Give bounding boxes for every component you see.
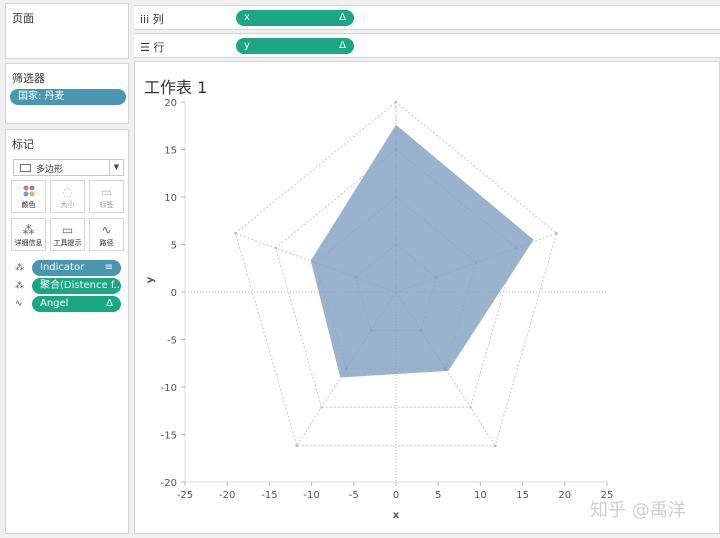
columns-icon: iii — [140, 13, 150, 26]
size-icon: ◌ — [62, 185, 73, 199]
x-tick-label: -5 — [349, 490, 359, 501]
x-tick-label: -10 — [303, 490, 319, 501]
x-axis-label: x — [393, 510, 400, 521]
rows-shelf: ☰ 行 y Δ — [134, 33, 720, 58]
tooltip-button[interactable]: ▭ 工具提示 — [50, 218, 85, 251]
columns-shelf-label: iii 列 — [140, 13, 164, 26]
field-pill-distance[interactable]: 聚合(Distence f... — [32, 278, 121, 294]
rows-shelf-label: ☰ 行 — [140, 41, 165, 54]
table-calc-icon: Δ — [339, 12, 346, 23]
tooltip-button-label: 工具提示 — [53, 239, 82, 247]
x-tick-label: 15 — [516, 490, 529, 501]
y-tick-label: 10 — [164, 193, 177, 204]
y-tick-label: 15 — [164, 146, 177, 157]
detail-icon: ⁂ — [22, 223, 35, 237]
watermark: 知乎 @禹洋 — [590, 500, 686, 521]
marks-panel: 标记 多边形 ▼ 颜色 ◌ 大小 ▭ 标签 ⁂ 详细信息 ▭ 工具提示 ∿ 路径… — [5, 129, 129, 534]
color-dots-icon — [12, 184, 45, 200]
color-button[interactable]: 颜色 — [11, 180, 46, 213]
size-button-label: 大小 — [60, 201, 75, 209]
field-pill-angel-label: Angel — [40, 298, 69, 309]
x-tick-label: -15 — [261, 490, 277, 501]
filter-pill-country[interactable]: 国家: 丹麦 — [10, 89, 126, 105]
chevron-down-icon[interactable]: ▼ — [109, 160, 123, 175]
table-calc-icon: Δ — [106, 298, 113, 309]
path-button[interactable]: ∿ 路径 — [89, 218, 124, 251]
rows-pill-label: y — [244, 40, 250, 51]
table-calc-icon: Δ — [339, 40, 346, 51]
marks-panel-title: 标记 — [12, 138, 34, 151]
rows-icon: ☰ — [140, 41, 150, 54]
detail-button-label: 详细信息 — [14, 239, 43, 247]
radar-chart[interactable]: 20151050-5-10-15-20-25 -20 -15 -10 -5 0 5 10 15 2… — [135, 62, 719, 533]
columns-pill-x[interactable]: x Δ — [236, 10, 354, 26]
worksheet-view: 工作表 1 20 15 10 5 0 -5 -10 -15 -20 -25 -20 -15 -10 -5 0… — [134, 61, 720, 534]
x-tick-label: 0 — [393, 490, 399, 501]
label-icon: ▭ — [100, 185, 113, 199]
filters-panel: 筛选器 国家: 丹麦 — [5, 63, 129, 124]
pages-panel: 页面 — [5, 3, 129, 59]
x-tick-label: 5 — [435, 490, 441, 501]
field-pill-indicator[interactable]: Indicator ≡ — [32, 260, 121, 276]
columns-pill-label: x — [244, 12, 250, 23]
x-tick-label: 20 — [558, 490, 571, 501]
data-polygon — [310, 124, 534, 378]
detail-field-icon: ⁂ — [15, 263, 24, 273]
x-tick-label: 10 — [474, 490, 487, 501]
pages-panel-title: 页面 — [12, 12, 34, 25]
path-button-label: 路径 — [99, 239, 114, 247]
columns-shelf: iii 列 x Δ — [134, 5, 720, 30]
sort-icon: ≡ — [104, 262, 113, 273]
polygon-mark-icon — [20, 164, 31, 172]
color-button-label: 颜色 — [21, 201, 36, 209]
mark-type-label: 多边形 — [36, 165, 64, 175]
path-icon: ∿ — [101, 223, 112, 237]
grid-vertex-dot — [234, 231, 237, 235]
path-field-icon: ∿ — [15, 299, 23, 309]
tooltip-icon: ▭ — [61, 223, 74, 237]
x-tick-label: -25 — [177, 490, 193, 501]
y-tick-label: 0 — [171, 288, 177, 299]
x-tick-label: -20 — [219, 490, 235, 501]
y-tick-label: 5 — [171, 241, 177, 252]
filters-panel-title: 筛选器 — [12, 72, 45, 85]
y-tick-label: -15 — [161, 431, 177, 442]
field-pill-indicator-label: Indicator — [40, 262, 85, 273]
y-tick-label: -10 — [161, 383, 177, 394]
field-pill-angel[interactable]: Angel Δ — [32, 296, 121, 312]
y-tick-label: -5 — [167, 336, 177, 347]
y-axis-label: y — [145, 276, 156, 283]
y-tick-label: -20 — [161, 478, 177, 489]
y-tick-label: 20 — [164, 98, 177, 109]
rows-pill-y[interactable]: y Δ — [236, 38, 354, 54]
label-button-label: 标签 — [99, 201, 114, 209]
size-button[interactable]: ◌ 大小 — [50, 180, 85, 213]
detail-field-icon: ⁂ — [15, 281, 24, 291]
mark-type-dropdown[interactable]: 多边形 ▼ — [13, 159, 124, 176]
label-button[interactable]: ▭ 标签 — [89, 180, 124, 213]
detail-button[interactable]: ⁂ 详细信息 — [11, 218, 46, 251]
